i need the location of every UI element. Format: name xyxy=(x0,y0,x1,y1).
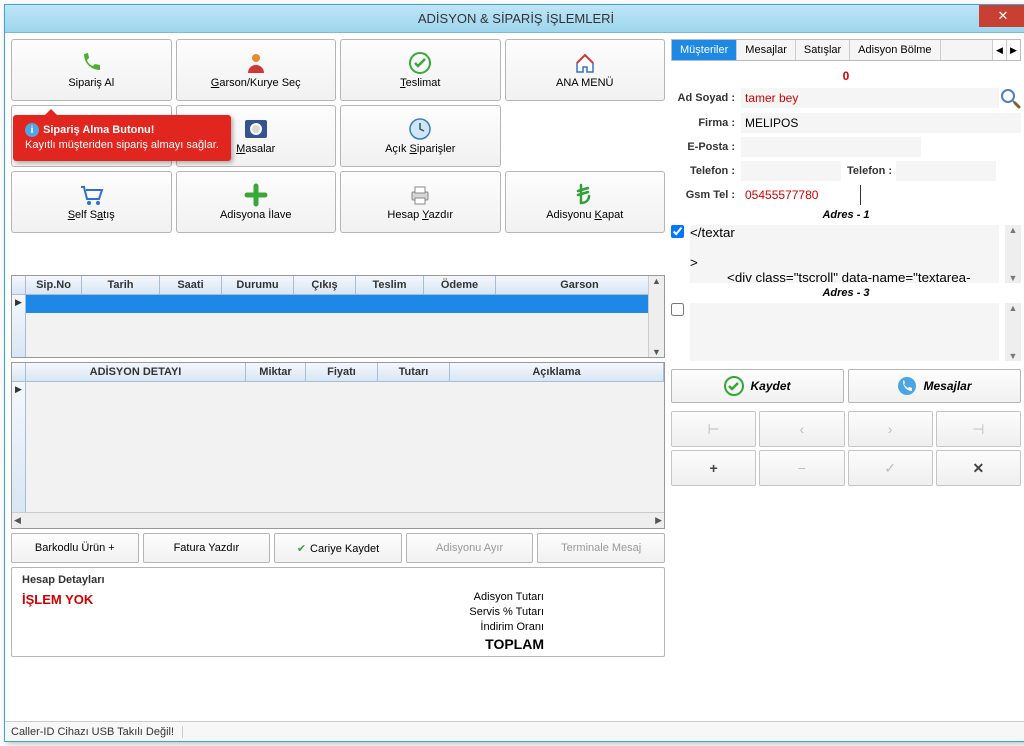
terminale-button[interactable]: Terminale Mesaj xyxy=(537,533,665,563)
printer-icon xyxy=(408,183,432,207)
close-button[interactable]: ✕ xyxy=(979,5,1024,27)
label-firma: Firma : xyxy=(671,117,735,129)
gsm-input[interactable] xyxy=(741,185,861,205)
label-telefon: Telefon : xyxy=(671,165,735,177)
tab-adisyon-bolme[interactable]: Adisyon Bölme xyxy=(850,40,940,60)
textarea-scroll[interactable]: ▲▼ xyxy=(1005,303,1021,361)
nav-prev-button[interactable]: ‹ xyxy=(759,411,844,447)
status-text: Caller-ID Cihazı USB Takılı Değil! xyxy=(11,726,183,738)
label-adres1: Adres - 1 xyxy=(671,209,1021,221)
nav-add-button[interactable]: + xyxy=(671,450,756,486)
lira-icon xyxy=(575,183,595,207)
save-check-icon xyxy=(724,376,744,396)
orders-grid[interactable]: Sip.No Tarih Saati Durumu Çıkış Teslim Ö… xyxy=(11,275,665,358)
tab-musteriler[interactable]: Müşteriler xyxy=(672,40,737,60)
hesap-totals: Adisyon Tutarı Servis % Tutarı İndirim O… xyxy=(469,590,544,653)
telefon-input[interactable] xyxy=(741,161,841,181)
label-gsm: Gsm Tel : xyxy=(671,189,735,201)
label-telefon2: Telefon : xyxy=(847,165,892,177)
adisyonu-kapat-button[interactable]: Adisyonu Kapat xyxy=(505,171,666,233)
status-bar: Caller-ID Cihazı USB Takılı Değil! xyxy=(5,721,1024,741)
tab-mesajlar[interactable]: Mesajlar xyxy=(737,40,796,60)
orders-grid-header: Sip.No Tarih Saati Durumu Çıkış Teslim Ö… xyxy=(12,276,664,295)
hesap-status: İŞLEM YOK xyxy=(22,592,654,607)
row-indicator-icon: ▶ xyxy=(12,382,26,512)
adisyonu-ayir-button[interactable]: Adisyonu Ayır xyxy=(406,533,534,563)
tooltip-balloon: iSipariş Alma Butonu! Kayıtlı müşteriden… xyxy=(13,115,231,161)
hesap-panel: Hesap Detayları İŞLEM YOK Adisyon Tutarı… xyxy=(11,567,665,657)
cariye-button[interactable]: ✔Cariye Kaydet xyxy=(274,533,402,563)
phone-icon xyxy=(79,51,103,75)
check-small-icon: ✔ xyxy=(297,543,306,555)
nav-first-button[interactable]: ⊢ xyxy=(671,411,756,447)
adisyona-ilave-button[interactable]: Adisyona İlave xyxy=(176,171,337,233)
nav-confirm-button[interactable]: ✓ xyxy=(848,450,933,486)
phone-blue-icon xyxy=(897,376,917,396)
selected-row[interactable] xyxy=(26,295,664,313)
garson-button[interactable]: Garson/Kurye Seç xyxy=(176,39,337,101)
home-icon xyxy=(573,51,597,75)
search-icon[interactable] xyxy=(999,87,1021,109)
clock-icon xyxy=(408,117,432,141)
acik-siparisler-button[interactable]: Açık Siparişler xyxy=(340,105,501,167)
adres3-checkbox[interactable] xyxy=(671,303,684,316)
waiter-icon xyxy=(244,51,268,75)
nav-last-button[interactable]: ⊣ xyxy=(936,411,1021,447)
tabs-next-icon[interactable]: ▶ xyxy=(1006,40,1020,60)
ana-menu-button[interactable]: ANA MENÜ xyxy=(505,39,666,101)
grid-vscroll[interactable]: ▲▼ xyxy=(648,276,664,357)
adsoyad-input[interactable] xyxy=(741,88,999,108)
bottom-button-row: Barkodlu Ürün + Fatura Yazdır ✔Cariye Ka… xyxy=(11,533,665,563)
kaydet-button[interactable]: Kaydet xyxy=(671,369,844,403)
label-eposta: E-Posta : xyxy=(671,141,735,153)
detail-grid[interactable]: ADİSYON DETAYI Miktar Fiyatı Tutarı Açık… xyxy=(11,362,665,529)
self-satis-button[interactable]: Self Satış xyxy=(11,171,172,233)
hesap-title: Hesap Detayları xyxy=(22,574,654,586)
orders-grid-body[interactable]: ▶ xyxy=(12,295,664,357)
cart-icon xyxy=(78,183,104,207)
tab-satislar[interactable]: Satışlar xyxy=(796,40,850,60)
textarea-scroll[interactable]: ▲▼ xyxy=(1005,225,1021,283)
nav-remove-button[interactable]: − xyxy=(759,450,844,486)
label-adres3: Adres - 3 xyxy=(671,287,1021,299)
title-bar: ADİSYON & SİPARİŞ İŞLEMLERİ ✕ xyxy=(5,5,1024,33)
plus-icon xyxy=(244,183,268,207)
grid-hscroll[interactable]: ◀▶ xyxy=(12,512,664,528)
info-icon: i xyxy=(25,123,39,137)
right-tabs: Müşteriler Mesajlar Satışlar Adisyon Böl… xyxy=(671,39,1021,61)
row-indicator-icon: ▶ xyxy=(12,295,26,357)
mesajlar-button[interactable]: Mesajlar xyxy=(848,369,1021,403)
barkodlu-button[interactable]: Barkodlu Ürün + xyxy=(11,533,139,563)
content-area: Sipariş Al Garson/Kurye Seç Teslimat xyxy=(5,33,1024,721)
record-navpad: ⊢ ‹ › ⊣ + − ✓ ✕ xyxy=(671,411,1021,486)
right-pane: Müşteriler Mesajlar Satışlar Adisyon Böl… xyxy=(671,39,1021,715)
window-title: ADİSYON & SİPARİŞ İŞLEMLERİ xyxy=(418,11,614,26)
hesap-yazdir-button[interactable]: Hesap Yazdır xyxy=(340,171,501,233)
meal-icon xyxy=(243,117,269,141)
save-row: Kaydet Mesajlar xyxy=(671,369,1021,403)
adres1-textarea[interactable]: </textar > <div class="tscroll" data-nam… xyxy=(690,225,999,283)
label-adsoyad: Ad Soyad : xyxy=(671,92,735,104)
detail-grid-header: ADİSYON DETAYI Miktar Fiyatı Tutarı Açık… xyxy=(12,363,664,382)
fatura-button[interactable]: Fatura Yazdır xyxy=(143,533,271,563)
teslimat-button[interactable]: Teslimat xyxy=(340,39,501,101)
left-pane: Sipariş Al Garson/Kurye Seç Teslimat xyxy=(11,39,665,715)
telefon2-input[interactable] xyxy=(896,161,996,181)
adres3-textarea[interactable] xyxy=(690,303,999,361)
nav-next-button[interactable]: › xyxy=(848,411,933,447)
customer-form: 0 Ad Soyad : Firma : E-Posta : xyxy=(671,65,1021,715)
firma-input[interactable] xyxy=(741,113,1021,133)
app-window: ADİSYON & SİPARİŞ İŞLEMLERİ ✕ Sipariş Al… xyxy=(4,4,1024,742)
check-icon xyxy=(408,51,432,75)
customer-counter: 0 xyxy=(671,69,1021,83)
eposta-input[interactable] xyxy=(741,137,921,157)
siparis-al-button[interactable]: Sipariş Al xyxy=(11,39,172,101)
tabs-prev-icon[interactable]: ◀ xyxy=(992,40,1006,60)
detail-grid-body[interactable]: ▶ xyxy=(12,382,664,512)
adres1-checkbox[interactable] xyxy=(671,225,684,238)
nav-cancel-button[interactable]: ✕ xyxy=(936,450,1021,486)
